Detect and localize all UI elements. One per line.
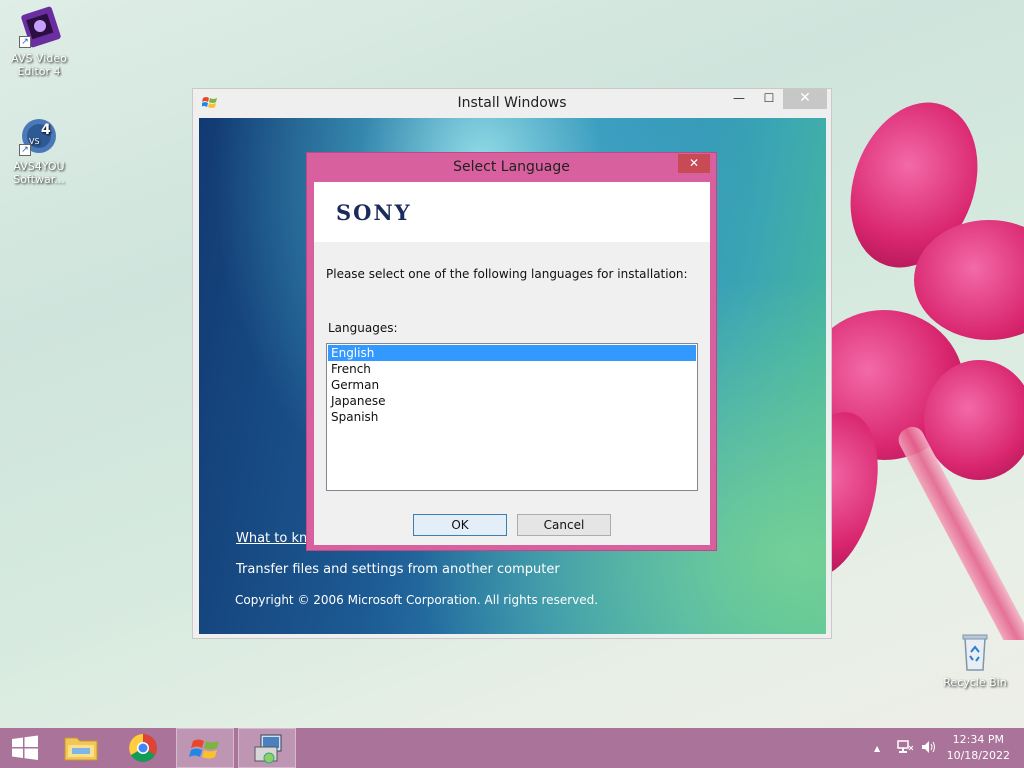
languages-label: Languages: [328, 321, 398, 335]
desktop-icon-avs4you[interactable]: 4 VS ↗ AVS4YOU Softwar... [4, 114, 74, 186]
cancel-button[interactable]: Cancel [517, 514, 611, 536]
network-icon[interactable] [896, 738, 914, 768]
desktop-icon-avs-video-editor[interactable]: ↗ AVS Video Editor 4 [4, 6, 74, 78]
recycle-bin-icon [953, 630, 997, 674]
desktop-icon-label: Recycle Bin [943, 676, 1007, 689]
taskbar-setup-program[interactable] [238, 728, 296, 768]
film-icon: ↗ [17, 6, 61, 50]
select-language-dialog: Select Language ✕ SONY Please select one… [306, 152, 717, 551]
transfer-files-link[interactable]: Transfer files and settings from another… [236, 562, 560, 577]
taskbar-file-explorer[interactable] [52, 728, 110, 768]
ok-button[interactable]: OK [413, 514, 507, 536]
languages-listbox[interactable]: English French German Japanese Spanish [326, 343, 698, 491]
windows-flag-icon [189, 739, 219, 759]
folder-icon [64, 737, 98, 761]
tray-overflow-button[interactable]: ▲ [874, 740, 880, 768]
language-item-spanish[interactable]: Spanish [328, 409, 696, 425]
dialog-close-button[interactable]: ✕ [678, 154, 710, 173]
maximize-button[interactable]: ☐ [755, 89, 783, 109]
desktop-icon-recycle-bin[interactable]: Recycle Bin [940, 630, 1010, 689]
chrome-icon [129, 734, 157, 762]
brand-banner: SONY [314, 182, 710, 242]
svg-text:4: 4 [41, 122, 51, 138]
what-to-know-link[interactable]: What to kno [236, 531, 315, 546]
sony-logo: SONY [336, 200, 412, 225]
installer-icon [254, 734, 282, 764]
desktop-icon-label: Softwar... [13, 173, 65, 186]
minimize-button[interactable]: — [725, 89, 753, 109]
title-bar[interactable]: Install Windows — ☐ ✕ [193, 89, 831, 117]
system-clock[interactable]: 12:34 PM 10/18/2022 [947, 732, 1010, 764]
language-item-french[interactable]: French [328, 361, 696, 377]
start-button[interactable] [0, 728, 50, 768]
clock-date: 10/18/2022 [946, 749, 1010, 762]
language-item-german[interactable]: German [328, 377, 696, 393]
desktop-icon-label: AVS Video [11, 52, 67, 65]
windows-logo-icon [12, 735, 38, 760]
dialog-title: Select Language [453, 159, 570, 175]
language-item-english[interactable]: English [328, 345, 696, 361]
clock-time: 12:34 PM [952, 733, 1004, 746]
taskbar: ▲ 12:34 PM 10/18/2022 [0, 728, 1024, 768]
dialog-prompt: Please select one of the following langu… [326, 267, 688, 281]
taskbar-chrome[interactable] [114, 728, 172, 768]
language-item-japanese[interactable]: Japanese [328, 393, 696, 409]
dialog-content: SONY Please select one of the following … [314, 182, 710, 545]
desktop-icon-label: Editor 4 [17, 65, 61, 78]
taskbar-install-windows[interactable] [176, 728, 234, 768]
copyright-text: Copyright © 2006 Microsoft Corporation. … [235, 593, 599, 607]
close-button[interactable]: ✕ [783, 89, 827, 109]
desktop-icon-label: AVS4YOU [13, 160, 65, 173]
volume-icon[interactable] [920, 738, 938, 768]
avs4you-icon: 4 VS ↗ [17, 114, 61, 158]
